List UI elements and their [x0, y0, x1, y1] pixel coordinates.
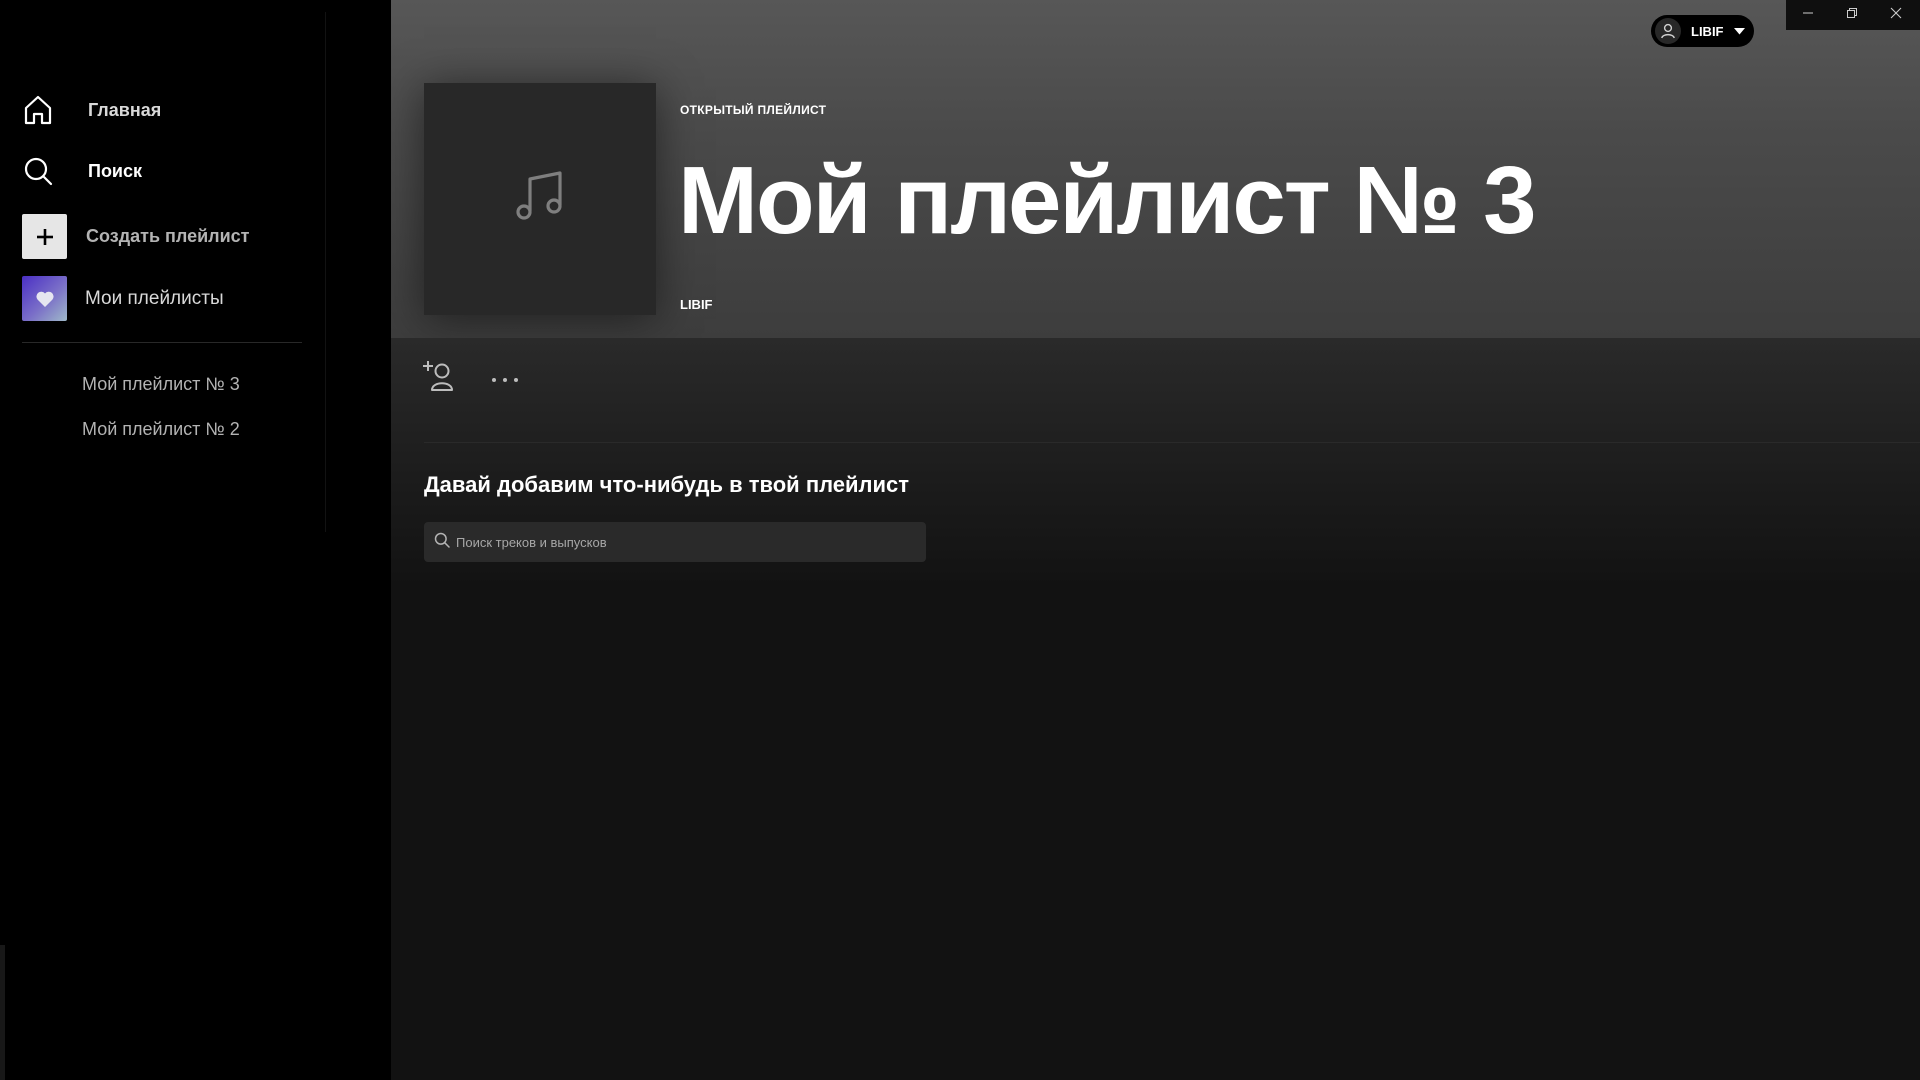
caret-down-icon: [1733, 22, 1745, 40]
home-icon: [22, 94, 54, 126]
minimize-button[interactable]: [1786, 0, 1830, 30]
close-button[interactable]: [1874, 0, 1918, 30]
music-note-icon: [510, 167, 570, 232]
playlist-header: ОТКРЫТЫЙ ПЛЕЙЛИСТ Мой плейлист № 3 LIBIF…: [391, 0, 1920, 338]
plus-icon: [22, 214, 67, 259]
search-icon: [434, 532, 450, 553]
sidebar-edge: [0, 945, 5, 1080]
sidebar-item-label: Поиск: [88, 160, 143, 181]
add-user-icon: [422, 359, 460, 400]
sidebar-item-home[interactable]: Главная: [22, 94, 161, 126]
close-icon: [1890, 6, 1902, 24]
sidebar-item-my-playlists[interactable]: Мои плейлисты: [22, 276, 224, 321]
add-to-playlist-heading: Давай добавим что-нибудь в твой плейлист: [424, 472, 910, 497]
create-playlist-button[interactable]: Создать плейлист: [22, 214, 250, 259]
track-search-box[interactable]: [424, 522, 926, 562]
create-playlist-label: Создать плейлист: [86, 226, 250, 246]
sidebar: Главная Поиск Создать плейлист Мои плейл…: [0, 0, 391, 1080]
sidebar-item-label: Мои плейлисты: [85, 287, 224, 309]
user-menu-button[interactable]: LIBIF: [1651, 15, 1754, 47]
more-options-button[interactable]: [487, 364, 523, 394]
sidebar-divider: [325, 12, 326, 532]
user-icon: [1655, 18, 1681, 44]
page-title: Мой плейлист № 3: [678, 147, 1537, 254]
playlist-cover[interactable]: [424, 83, 656, 315]
window-controls: [1786, 0, 1920, 30]
heart-icon: [22, 276, 67, 321]
playlist-type: ОТКРЫТЫЙ ПЛЕЙЛИСТ: [680, 103, 827, 117]
track-search-input[interactable]: [456, 534, 916, 550]
sidebar-item-search[interactable]: Поиск: [22, 155, 142, 187]
restore-icon: [1846, 6, 1858, 24]
sidebar-item-label: Главная: [88, 99, 162, 120]
section-divider: [424, 442, 1920, 443]
restore-button[interactable]: [1830, 0, 1874, 30]
main-view: ОТКРЫТЫЙ ПЛЕЙЛИСТ Мой плейлист № 3 LIBIF…: [391, 0, 1920, 1080]
app-window: Главная Поиск Создать плейлист Мои плейл…: [0, 0, 1920, 1080]
user-name: LIBIF: [1691, 23, 1724, 39]
more-options-icon: [491, 370, 519, 388]
playlist-owner[interactable]: LIBIF: [680, 297, 713, 312]
sidebar-playlist-link[interactable]: Мой плейлист № 3: [82, 374, 240, 395]
minimize-icon: [1802, 6, 1814, 24]
sidebar-playlist-link[interactable]: Мой плейлист № 2: [82, 419, 240, 440]
invite-collaborator-button[interactable]: [421, 360, 461, 398]
sidebar-separator: [22, 342, 302, 343]
search-icon: [22, 155, 54, 187]
